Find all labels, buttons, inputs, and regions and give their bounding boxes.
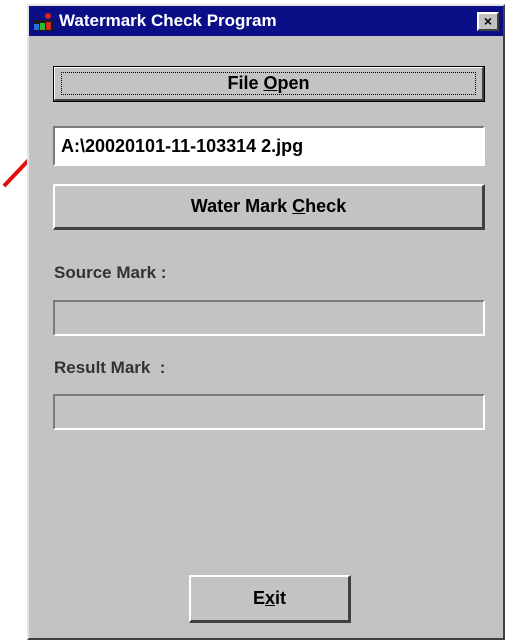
file-path-input[interactable]: A:\20020101-11-103314 2.jpg [53,126,485,166]
window-title: Watermark Check Program [59,11,277,30]
focus-rectangle [61,72,476,95]
exit-mnemonic: x [265,588,276,608]
water-mark-check-button[interactable]: Water Mark Check [53,184,485,230]
exit-label-part2: it [275,588,287,608]
close-button[interactable]: × [477,12,499,31]
result-mark-field [53,394,485,430]
file-open-button[interactable]: File Open [53,66,485,102]
app-icon [33,13,53,31]
title-bar[interactable]: Watermark Check Program × [29,6,503,36]
exit-button[interactable]: Exit [189,575,351,623]
source-mark-label: Source Mark : [54,263,167,282]
check-mnemonic: C [292,196,306,216]
close-icon: × [483,13,493,29]
source-mark-field [53,300,485,336]
exit-label-part1: E [252,588,265,608]
result-mark-label: Result Mark : [54,358,166,377]
check-label-part1: Water Mark [190,196,293,216]
check-label-part2: heck [305,196,347,216]
watermark-check-window: Watermark Check Program × File Open A:\2… [27,4,505,640]
